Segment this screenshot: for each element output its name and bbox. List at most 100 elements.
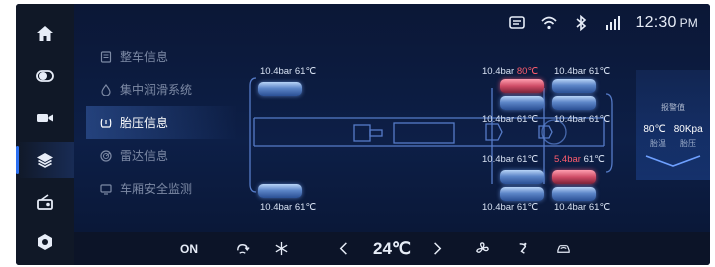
home-icon [37, 26, 53, 41]
clock-ampm: PM [679, 16, 698, 30]
tire-label-rear2-inner-left: 10.4bar 61℃ [554, 114, 610, 125]
submenu-label: 整车信息 [120, 50, 169, 64]
screen: 12:30 PM 整车信息 集中润滑系统 胎压信息 雷达信息 车厢安全监测 10… [16, 4, 710, 265]
bluetooth-icon[interactable] [572, 14, 590, 32]
tire-label-rear2-outer-left: 10.4bar 61℃ [554, 66, 610, 77]
temp-down-button[interactable] [332, 232, 356, 265]
temp-value: 61℃ [516, 154, 539, 165]
signal-icon [605, 16, 620, 30]
tire-label-front-left: 10.4bar 61℃ [260, 66, 316, 77]
pressure-value: 10.4bar [482, 66, 515, 77]
tire-rear2-outer-left[interactable] [552, 79, 596, 93]
ac-button[interactable] [269, 232, 293, 265]
chassis-diagram: 10.4bar 61℃ 10.4bar 61℃ 10.4bar 80℃ 10.4… [234, 34, 624, 224]
temperature-value: 24℃ [372, 238, 411, 258]
temp-value: 61℃ [294, 202, 317, 213]
alarm-pressure-value: 80Kpa [673, 124, 703, 135]
temp-value: 61℃ [588, 202, 611, 213]
rail-layers[interactable] [16, 142, 74, 178]
submenu-label: 车厢安全监测 [120, 182, 193, 196]
submenu-item-tire-pressure[interactable]: 胎压信息 [86, 106, 236, 139]
wifi-icon[interactable] [540, 14, 558, 32]
radio-icon [37, 194, 53, 210]
toggle-icon [36, 70, 54, 82]
tire-rear1-outer-left[interactable] [500, 79, 544, 93]
tire-rear1-outer-right[interactable] [500, 187, 544, 201]
tire-label-rear2-outer-right: 10.4bar 61℃ [554, 202, 610, 213]
rail-toggle[interactable] [16, 58, 74, 94]
fan-button[interactable] [470, 232, 494, 265]
chevron-right-icon [433, 242, 441, 255]
pressure-value: 10.4bar [260, 202, 293, 213]
camera-icon [37, 114, 53, 122]
alarm-title: 报警值 [661, 103, 685, 112]
chevron-down-icon [645, 155, 701, 167]
alarm-values: 80℃ 80Kpa [636, 124, 710, 135]
submenu-label: 集中润滑系统 [120, 83, 193, 97]
rail-home[interactable] [16, 16, 74, 52]
submenu-item-radar[interactable]: 雷达信息 [86, 139, 236, 172]
temp-value: 61℃ [294, 66, 317, 77]
rail-camera[interactable] [16, 100, 74, 136]
submenu: 整车信息 集中润滑系统 胎压信息 雷达信息 车厢安全监测 [86, 40, 236, 205]
recirculation-button[interactable] [230, 232, 254, 265]
document-icon [100, 50, 112, 63]
pressure-value: 10.4bar [554, 114, 587, 125]
tire-rear1-inner-left[interactable] [500, 96, 544, 110]
alarm-temp-caption: 胎温 [650, 139, 666, 148]
alarm-captions: 胎温 胎压 [636, 138, 710, 149]
message-icon[interactable] [508, 14, 526, 32]
seat-airflow-button[interactable] [510, 232, 534, 265]
pressure-value: 10.4bar [260, 66, 293, 77]
tire-front-left[interactable] [258, 82, 302, 96]
main-panel: 12:30 PM 整车信息 集中润滑系统 胎压信息 雷达信息 车厢安全监测 10… [74, 4, 710, 232]
temp-value: 61℃ [583, 154, 605, 165]
temp-up-button[interactable] [424, 232, 448, 265]
settings-icon [38, 234, 52, 250]
alarm-temp-value: 80℃ [643, 124, 666, 135]
temp-value-alert: 80℃ [516, 66, 539, 77]
tire-pressure-icon [100, 118, 112, 128]
car-airflow-icon [556, 245, 570, 253]
rail-settings[interactable] [16, 224, 74, 260]
submenu-item-vehicle-info[interactable]: 整车信息 [86, 40, 236, 73]
status-bar: 12:30 PM [508, 12, 698, 34]
submenu-label: 胎压信息 [120, 116, 169, 130]
seat-airflow-icon [519, 242, 526, 254]
recirculation-icon [236, 244, 250, 254]
temp-value: 61℃ [588, 66, 611, 77]
tire-label-rear1-outer-left: 10.4bar 80℃ [482, 66, 538, 77]
pressure-value-alert: 5.4bar [554, 154, 581, 165]
climate-bar: ON 24℃ [74, 232, 710, 265]
chevron-left-icon [339, 242, 347, 255]
temp-value: 61℃ [516, 114, 539, 125]
tire-label-rear1-outer-right: 10.4bar 61℃ [482, 202, 538, 213]
alarm-threshold-panel[interactable]: 报警值 80℃ 80Kpa 胎温 胎压 [636, 70, 710, 180]
clock-time: 12:30 [635, 14, 677, 31]
pressure-value: 10.4bar [482, 202, 515, 213]
tire-label-rear1-inner-right: 10.4bar 61℃ [482, 154, 538, 165]
temp-value: 61℃ [516, 202, 539, 213]
submenu-label: 雷达信息 [120, 149, 169, 163]
snowflake-icon [275, 241, 287, 256]
tire-label-rear1-inner-left: 10.4bar 61℃ [482, 114, 538, 125]
radar-icon [100, 149, 112, 162]
rail-radio[interactable] [16, 184, 74, 220]
monitor-icon [100, 183, 112, 195]
climate-power-button[interactable]: ON [174, 232, 204, 265]
temperature-display: 24℃ [362, 232, 422, 265]
side-rail [16, 4, 74, 265]
tire-rear1-inner-right[interactable] [500, 170, 544, 184]
tire-rear2-outer-right[interactable] [552, 187, 596, 201]
car-airflow-button[interactable] [550, 232, 576, 265]
submenu-item-cabin-monitor[interactable]: 车厢安全监测 [86, 172, 236, 205]
pressure-value: 10.4bar [554, 66, 587, 77]
tire-front-right[interactable] [258, 184, 302, 198]
pressure-value: 10.4bar [482, 114, 515, 125]
tire-rear2-inner-right[interactable] [552, 170, 596, 184]
layers-icon [37, 153, 53, 168]
clock: 12:30 PM [636, 14, 698, 32]
submenu-item-lubrication[interactable]: 集中润滑系统 [86, 73, 236, 106]
fan-icon [475, 242, 489, 253]
tire-rear2-inner-left[interactable] [552, 96, 596, 110]
